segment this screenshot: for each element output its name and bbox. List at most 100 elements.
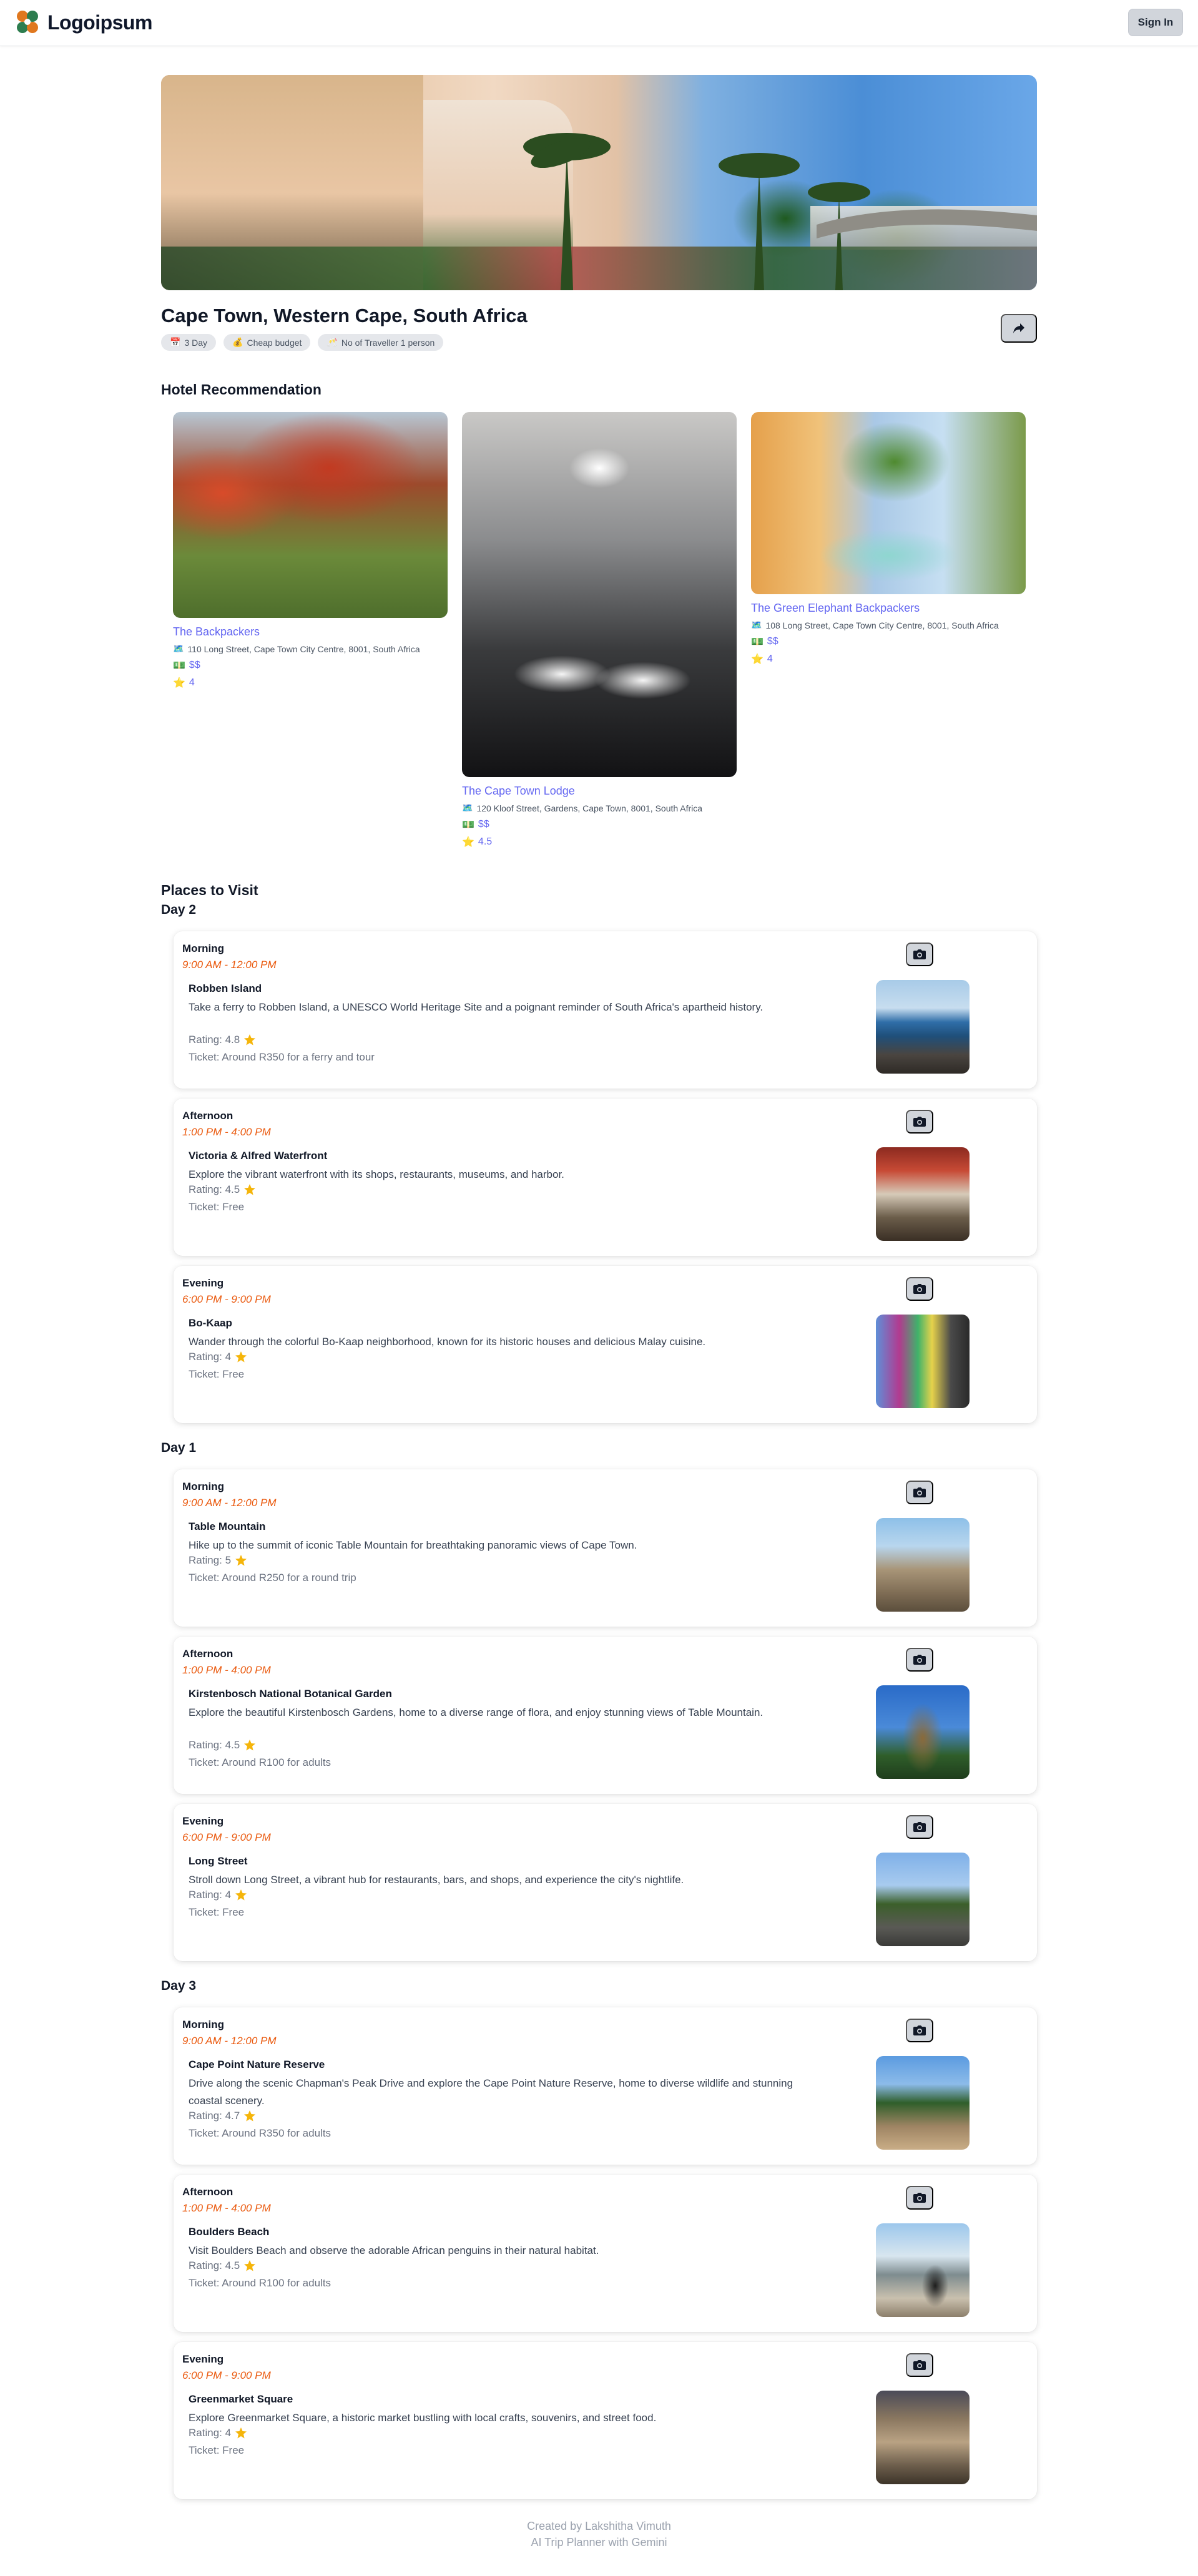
- place-ticket: Ticket: Around R250 for a round trip: [189, 1572, 356, 1584]
- time-of-day: Afternoon: [182, 1110, 233, 1122]
- hotel-rating: ⭐ 4.5: [462, 836, 493, 848]
- star-icon: [244, 2260, 256, 2271]
- camera-icon: [913, 2025, 926, 2035]
- place-card[interactable]: Afternoon 1:00 PM - 4:00 PM Boulders Beach…: [174, 2175, 1037, 2332]
- place-card[interactable]: Morning 9:00 AM - 12:00 PM Robben Island Ta…: [174, 931, 1037, 1089]
- star-icon: [244, 1740, 256, 1751]
- place-description: Stroll down Long Street, a vibrant hub f…: [189, 1874, 684, 1886]
- camera-button[interactable]: [906, 2019, 933, 2042]
- time-range: 6:00 PM - 9:00 PM: [182, 1293, 271, 1305]
- place-ticket: Ticket: Free: [189, 2444, 245, 2456]
- place-image: [876, 1685, 970, 1779]
- star-icon: [244, 1184, 256, 1195]
- star-icon: [235, 1889, 247, 1901]
- map-icon: 🗺️: [751, 620, 762, 630]
- sign-in-button[interactable]: Sign In: [1128, 9, 1183, 36]
- places-section-title: Places to Visit: [161, 882, 258, 898]
- place-image: [876, 980, 970, 1074]
- time-range: 9:00 AM - 12:00 PM: [182, 1497, 277, 1509]
- place-rating: Rating: 4.5: [189, 1183, 256, 1196]
- place-name: Robben Island: [189, 982, 262, 994]
- hotel-card[interactable]: The Cape Town Lodge 🗺️ 120 Kloof Street, …: [462, 412, 737, 848]
- place-card[interactable]: Evening 6:00 PM - 9:00 PM Long Street Strol…: [174, 1804, 1037, 1961]
- place-description: Explore the beautiful Kirstenbosch Garde…: [189, 1707, 763, 1718]
- place-ticket: Ticket: Around R350 for a ferry and tour: [189, 1051, 375, 1063]
- place-rating: Rating: 4.5: [189, 1739, 256, 1751]
- place-description: Explore Greenmarket Square, a historic m…: [189, 2412, 657, 2424]
- place-ticket: Ticket: Around R350 for adults: [189, 2127, 331, 2139]
- place-image: [876, 2223, 970, 2317]
- camera-button[interactable]: [906, 1110, 933, 1134]
- hotel-price: 💵 $$: [173, 660, 200, 671]
- time-range: 9:00 AM - 12:00 PM: [182, 2035, 277, 2047]
- destination-hero-image: [161, 75, 1037, 290]
- camera-icon: [913, 2193, 926, 2203]
- time-of-day: Morning: [182, 1481, 225, 1492]
- place-name: Boulders Beach: [189, 2226, 270, 2238]
- star-icon: [235, 1351, 247, 1363]
- camera-icon: [913, 1822, 926, 1832]
- hotel-name: The Cape Town Lodge: [462, 785, 575, 797]
- hotel-card[interactable]: The Backpackers 🗺️ 110 Long Street, Cape …: [173, 412, 448, 689]
- hotel-card[interactable]: The Green Elephant Backpackers 🗺️ 108 Lon…: [751, 412, 1026, 665]
- time-range: 6:00 PM - 9:00 PM: [182, 2369, 271, 2381]
- star-icon: [235, 1555, 247, 1566]
- traveller-icon: 🥂: [327, 337, 338, 347]
- time-of-day: Morning: [182, 2019, 225, 2030]
- place-card[interactable]: Morning 9:00 AM - 12:00 PM Table Mountain H…: [174, 1469, 1037, 1627]
- top-header: Logoipsum Sign In: [0, 0, 1198, 46]
- logo[interactable]: Logoipsum: [14, 9, 152, 36]
- hotel-address: 🗺️ 110 Long Street, Cape Town City Centre…: [173, 644, 420, 654]
- time-of-day: Evening: [182, 1277, 224, 1289]
- share-button[interactable]: [1001, 314, 1037, 343]
- place-card[interactable]: Evening 6:00 PM - 9:00 PM Greenmarket Squa…: [174, 2342, 1037, 2499]
- duration-badge: 📅 3 Day: [161, 334, 217, 351]
- time-range: 1:00 PM - 4:00 PM: [182, 1126, 271, 1138]
- money-icon: 💵: [173, 660, 185, 671]
- camera-button[interactable]: [906, 2353, 933, 2377]
- place-description: Drive along the scenic Chapman's Peak Dr…: [189, 2077, 793, 2107]
- map-icon: 🗺️: [173, 644, 184, 654]
- hotel-name: The Backpackers: [173, 625, 260, 638]
- place-rating: Rating: 4: [189, 1351, 247, 1363]
- place-card[interactable]: Morning 9:00 AM - 12:00 PM Cape Point Natu…: [174, 2007, 1037, 2165]
- place-rating: Rating: 4: [189, 2427, 247, 2439]
- place-rating: Rating: 4.5: [189, 2260, 256, 2272]
- place-name: Bo-Kaap: [189, 1317, 232, 1329]
- money-icon: 💵: [751, 637, 763, 647]
- place-rating: Rating: 4.8: [189, 1034, 256, 1046]
- place-name: Kirstenbosch National Botanical Garden: [189, 1688, 392, 1700]
- time-of-day: Morning: [182, 943, 225, 954]
- place-name: Long Street: [189, 1855, 248, 1867]
- place-card[interactable]: Evening 6:00 PM - 9:00 PM Bo-Kaap Wander th…: [174, 1266, 1037, 1423]
- camera-button[interactable]: [906, 2186, 933, 2210]
- calendar-icon: 📅: [170, 337, 181, 347]
- place-ticket: Ticket: Free: [189, 1201, 245, 1213]
- camera-button[interactable]: [906, 1815, 933, 1839]
- hotels-section-title: Hotel Recommendation: [161, 381, 322, 398]
- place-rating: Rating: 4.7: [189, 2110, 256, 2122]
- traveller-badge: 🥂 No of Traveller 1 person: [318, 334, 444, 351]
- hotel-image: [173, 412, 448, 618]
- place-ticket: Ticket: Around R100 for adults: [189, 1756, 331, 1768]
- time-range: 1:00 PM - 4:00 PM: [182, 2202, 271, 2214]
- place-description: Wander through the colorful Bo-Kaap neig…: [189, 1336, 706, 1348]
- place-image: [876, 1147, 970, 1241]
- camera-button[interactable]: [906, 1481, 933, 1504]
- money-icon: 💵: [462, 820, 474, 830]
- camera-icon: [913, 1284, 926, 1294]
- time-range: 9:00 AM - 12:00 PM: [182, 959, 277, 971]
- camera-button[interactable]: [906, 1277, 933, 1301]
- place-description: Explore the vibrant waterfront with its …: [189, 1168, 564, 1180]
- camera-icon: [913, 1655, 926, 1665]
- place-name: Table Mountain: [189, 1521, 266, 1532]
- camera-button[interactable]: [906, 1648, 933, 1672]
- hotel-rating: ⭐ 4: [173, 677, 195, 688]
- star-icon: [244, 1034, 256, 1046]
- place-card[interactable]: Afternoon 1:00 PM - 4:00 PM Victoria & Alf…: [174, 1099, 1037, 1256]
- camera-button[interactable]: [906, 943, 933, 966]
- time-of-day: Evening: [182, 1815, 224, 1827]
- place-image: [876, 2391, 970, 2484]
- place-card[interactable]: Afternoon 1:00 PM - 4:00 PM Kirstenbosch N…: [174, 1637, 1037, 1794]
- footer-credit: Created by Lakshitha Vimuth: [527, 2520, 671, 2532]
